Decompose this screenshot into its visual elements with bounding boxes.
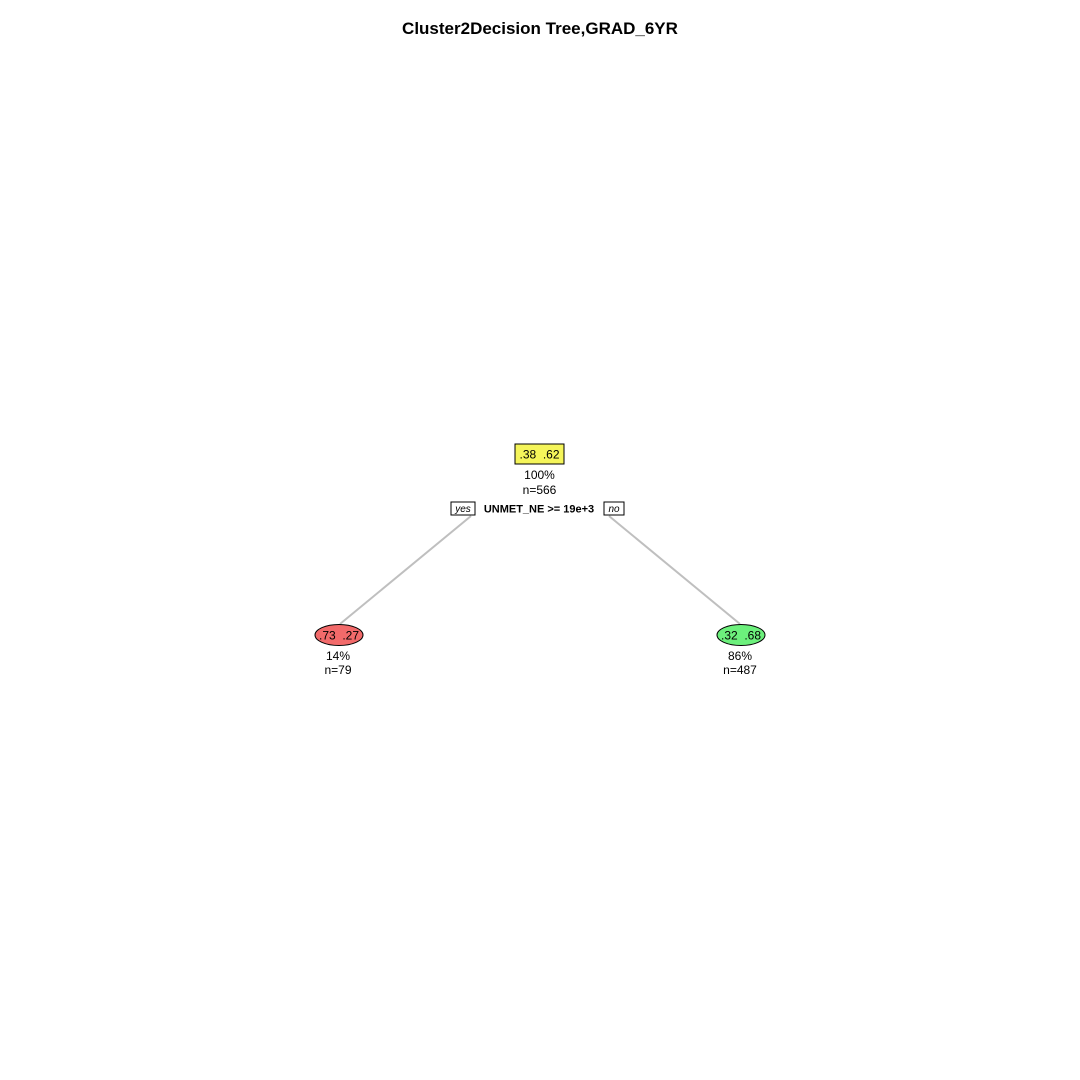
root-node-probs: .38 .62: [519, 448, 559, 462]
yes-label: yes: [454, 504, 471, 515]
root-node-count: n=566: [523, 483, 557, 497]
left-leaf-percent: 14%: [326, 649, 350, 663]
split-rule: yes UNMET_NE >= 19e+3 no: [450, 501, 625, 516]
left-leaf-count: n=79: [324, 663, 351, 677]
decision-tree-figure: Cluster2Decision Tree,GRAD_6YR .38 .62 1…: [0, 0, 1080, 1080]
root-node-percent: 100%: [524, 468, 555, 482]
decision-tree-diagram: .38 .62 100% n=566 yes UNMET_NE >= 19e+3…: [314, 443, 766, 677]
split-condition: UNMET_NE >= 19e+3: [484, 504, 594, 516]
no-label: no: [608, 504, 620, 515]
right-leaf-percent: 86%: [728, 649, 752, 663]
right-leaf-count: n=487: [723, 663, 757, 677]
right-leaf-node: .32 .68 86% n=487: [716, 624, 766, 677]
left-leaf-probs: .73 .27: [319, 629, 359, 643]
right-leaf-probs: .32 .68: [721, 629, 761, 643]
left-leaf-node: .73 .27 14% n=79: [314, 624, 364, 677]
edge-to-right-leaf: [608, 515, 741, 625]
edge-to-left-leaf: [339, 515, 472, 625]
root-node: .38 .62 100% n=566: [514, 443, 565, 497]
